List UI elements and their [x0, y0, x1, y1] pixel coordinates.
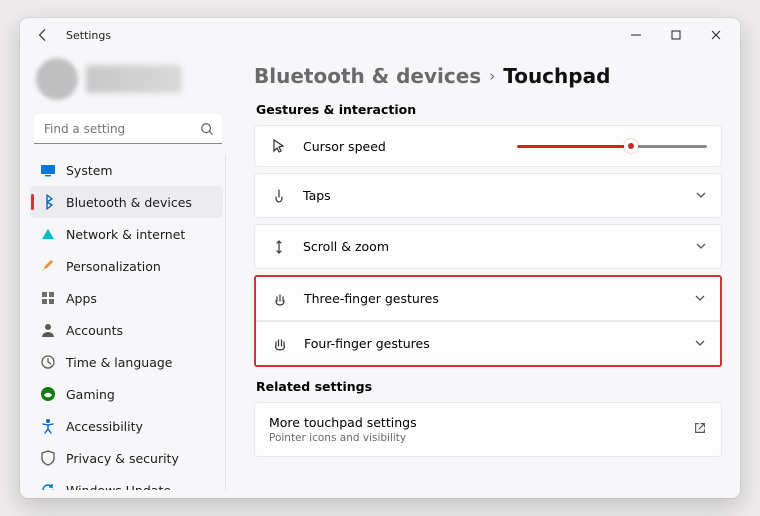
row-more-touchpad-settings[interactable]: More touchpad settings Pointer icons and… — [254, 402, 722, 457]
settings-window: Settings System — [20, 18, 740, 498]
highlighted-gesture-group: Three-finger gestures Four-finger gestur… — [254, 275, 722, 367]
tap-icon — [269, 188, 289, 204]
maximize-button[interactable] — [656, 21, 696, 49]
arrow-left-icon — [36, 28, 50, 42]
update-icon — [40, 482, 56, 490]
window-controls — [616, 21, 736, 49]
sidebar-item-label: Windows Update — [66, 483, 171, 491]
maximize-icon — [671, 30, 681, 40]
person-icon — [40, 322, 56, 338]
accessibility-icon — [40, 418, 56, 434]
scroll-icon — [269, 239, 289, 255]
cursor-icon — [269, 138, 289, 154]
minimize-icon — [631, 30, 641, 40]
close-button[interactable] — [696, 21, 736, 49]
main-content: Bluetooth & devices › Touchpad Gestures … — [236, 52, 740, 498]
sidebar-item-label: Bluetooth & devices — [66, 195, 192, 210]
four-finger-icon — [270, 336, 290, 352]
section-gestures-title: Gestures & interaction — [256, 102, 722, 117]
sidebar-item-label: Personalization — [66, 259, 161, 274]
sidebar-item-gaming[interactable]: Gaming — [30, 378, 223, 410]
row-three-finger-gestures[interactable]: Three-finger gestures — [256, 277, 720, 321]
nav-list: System Bluetooth & devices Network & int… — [30, 154, 226, 490]
breadcrumb-parent[interactable]: Bluetooth & devices — [254, 64, 481, 88]
close-icon — [711, 30, 721, 40]
search-box[interactable] — [34, 114, 222, 144]
sidebar-item-personalization[interactable]: Personalization — [30, 250, 223, 282]
back-button[interactable] — [34, 26, 52, 44]
sidebar-item-accessibility[interactable]: Accessibility — [30, 410, 223, 442]
section-related-title: Related settings — [256, 379, 722, 394]
row-taps[interactable]: Taps — [254, 173, 722, 218]
sidebar-item-label: Network & internet — [66, 227, 185, 242]
sidebar-item-label: Privacy & security — [66, 451, 179, 466]
sidebar-item-label: Time & language — [66, 355, 172, 370]
sidebar-item-time-language[interactable]: Time & language — [30, 346, 223, 378]
chevron-down-icon — [695, 237, 707, 256]
row-four-finger-gestures[interactable]: Four-finger gestures — [256, 321, 720, 365]
row-cursor-speed[interactable]: Cursor speed — [254, 125, 722, 167]
sidebar-item-accounts[interactable]: Accounts — [30, 314, 223, 346]
row-scroll-zoom[interactable]: Scroll & zoom — [254, 224, 722, 269]
clock-globe-icon — [40, 354, 56, 370]
row-label: More touchpad settings — [269, 415, 693, 430]
shield-icon — [40, 450, 56, 466]
slider-thumb[interactable] — [624, 139, 638, 153]
chevron-down-icon — [694, 289, 706, 308]
chevron-right-icon: › — [489, 67, 495, 85]
page-title: Touchpad — [503, 64, 610, 88]
sidebar-item-label: Accounts — [66, 323, 123, 338]
sidebar: System Bluetooth & devices Network & int… — [20, 52, 236, 498]
bluetooth-icon — [40, 194, 56, 210]
sidebar-item-bluetooth-devices[interactable]: Bluetooth & devices — [30, 186, 223, 218]
sidebar-item-network[interactable]: Network & internet — [30, 218, 223, 250]
sidebar-item-label: Gaming — [66, 387, 115, 402]
chevron-down-icon — [694, 334, 706, 353]
row-label: Three-finger gestures — [304, 291, 694, 306]
three-finger-icon — [270, 291, 290, 307]
titlebar: Settings — [20, 18, 740, 52]
sidebar-item-windows-update[interactable]: Windows Update — [30, 474, 223, 490]
cursor-speed-slider[interactable] — [517, 145, 707, 148]
search-icon — [200, 121, 214, 140]
row-label: Scroll & zoom — [303, 239, 695, 254]
row-label: Cursor speed — [303, 139, 517, 154]
sidebar-item-privacy[interactable]: Privacy & security — [30, 442, 223, 474]
gaming-icon — [40, 386, 56, 402]
app-title: Settings — [66, 29, 111, 42]
chevron-down-icon — [695, 186, 707, 205]
row-label: Taps — [303, 188, 695, 203]
row-label: Four-finger gestures — [304, 336, 694, 351]
display-icon — [40, 162, 56, 178]
breadcrumb: Bluetooth & devices › Touchpad — [254, 64, 722, 88]
user-profile[interactable] — [30, 52, 226, 112]
apps-icon — [40, 290, 56, 306]
search-input[interactable] — [34, 114, 222, 144]
avatar — [36, 58, 78, 100]
sidebar-item-apps[interactable]: Apps — [30, 282, 223, 314]
minimize-button[interactable] — [616, 21, 656, 49]
sidebar-item-system[interactable]: System — [30, 154, 223, 186]
open-external-icon — [693, 420, 707, 439]
row-sublabel: Pointer icons and visibility — [269, 432, 693, 444]
user-name-redacted — [86, 65, 182, 93]
wifi-icon — [40, 226, 56, 242]
sidebar-item-label: System — [66, 163, 113, 178]
sidebar-item-label: Accessibility — [66, 419, 143, 434]
sidebar-item-label: Apps — [66, 291, 97, 306]
brush-icon — [40, 258, 56, 274]
